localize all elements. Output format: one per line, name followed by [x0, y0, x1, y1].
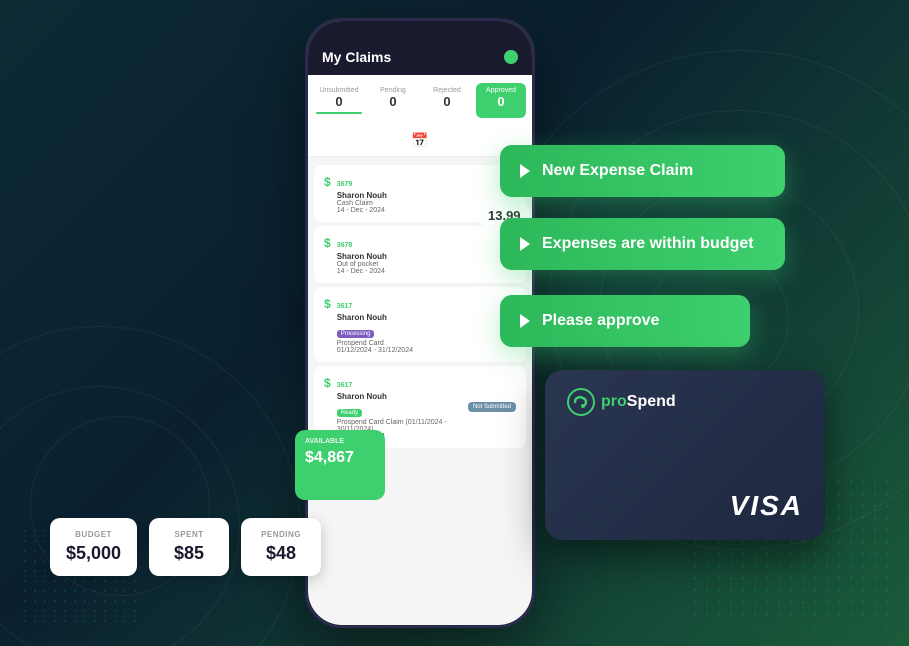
- budget-card[interactable]: Expenses are within budget: [500, 218, 785, 270]
- new-expense-text: New Expense Claim: [542, 162, 693, 180]
- tab-pending[interactable]: Pending 0: [368, 83, 418, 118]
- budget-stat-card: BUDGET $5,000: [50, 518, 137, 576]
- claim-dollar-icon: $: [324, 297, 331, 311]
- tab-bar: [316, 112, 362, 114]
- status-tabs: Unsubmitted 0 Pending 0 Rejected 0 Appro…: [308, 75, 532, 126]
- calendar-row[interactable]: 📅: [308, 126, 532, 157]
- spent-stat-card: SPENT $85: [149, 518, 229, 576]
- claim-item[interactable]: $ 3617 Sharon Nouh Processing Prospend C…: [314, 287, 526, 362]
- tab-unsubmitted[interactable]: Unsubmitted 0: [314, 83, 364, 118]
- prospend-name: proSpend: [601, 393, 676, 411]
- phone-notch: [380, 21, 460, 43]
- stat-cards: BUDGET $5,000 SPENT $85 PENDING $48: [50, 518, 321, 576]
- play-icon: [520, 164, 530, 178]
- pending-stat-card: PENDING $48: [241, 518, 321, 576]
- play-icon: [520, 314, 530, 328]
- available-budget-card: AVAILABLE $4,867: [295, 430, 385, 500]
- claim-item[interactable]: $ 3678 Sharon Nouh Out of pocket 14 - De…: [314, 226, 526, 283]
- not-submitted-badge: Not Submitted: [468, 402, 516, 412]
- phone-title: My Claims: [322, 49, 391, 65]
- prospend-logo-icon: [567, 388, 595, 416]
- new-expense-claim-card[interactable]: New Expense Claim: [500, 145, 785, 197]
- claim-dollar-icon: $: [324, 376, 331, 390]
- claim-dollar-icon: $: [324, 236, 331, 250]
- prospend-visa-card: proSpend VISA: [545, 370, 825, 540]
- claims-list: $ 3679 Sharon Nouh Cash Claim 14 - Dec -…: [308, 157, 532, 456]
- prospend-logo: proSpend: [567, 388, 803, 416]
- budget-text: Expenses are within budget: [542, 235, 754, 253]
- calendar-icon: 📅: [411, 132, 428, 148]
- tab-rejected[interactable]: Rejected 0: [422, 83, 472, 118]
- play-icon: [520, 237, 530, 251]
- approve-text: Please approve: [542, 312, 659, 330]
- phone-screen: My Claims Unsubmitted 0 Pending 0 Reject…: [308, 21, 532, 625]
- phone-status-dot: [504, 50, 518, 64]
- claim-info: 3617 Sharon Nouh Processing Prospend Car…: [337, 295, 516, 354]
- visa-label: VISA: [567, 490, 803, 522]
- claim-info: 3678 Sharon Nouh Out of pocket 14 - Dec …: [337, 234, 516, 275]
- tab-approved[interactable]: Approved 0: [476, 83, 526, 118]
- approve-card[interactable]: Please approve: [500, 295, 750, 347]
- claim-dollar-icon: $: [324, 175, 331, 189]
